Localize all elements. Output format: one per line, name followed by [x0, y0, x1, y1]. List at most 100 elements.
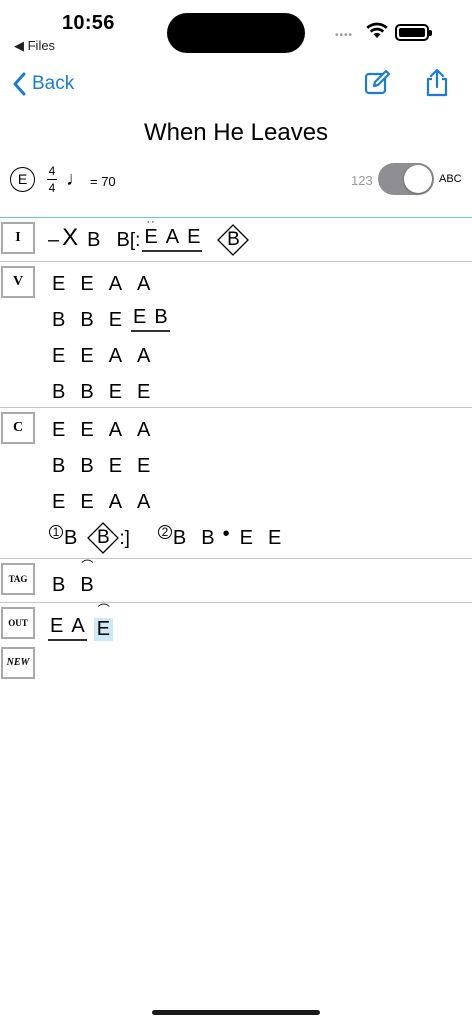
- chord-line: E E A A: [52, 338, 165, 368]
- double-dot-icon: ··: [146, 216, 156, 228]
- battery-icon: [395, 24, 432, 41]
- back-button[interactable]: Back: [12, 70, 74, 98]
- chord[interactable]: B: [173, 527, 186, 550]
- section-tag-intro[interactable]: I: [1, 222, 35, 254]
- chord-group: E A: [48, 615, 87, 641]
- section-tag-chorus[interactable]: C: [1, 412, 35, 444]
- chord[interactable]: E: [187, 226, 200, 249]
- chord[interactable]: E: [133, 306, 146, 329]
- chord[interactable]: ·· E: [144, 217, 157, 249]
- status-time: 10:56: [62, 12, 115, 34]
- song-title: When He Leaves: [143, 119, 329, 146]
- chord-line: 1 B B :] 2 B B • E E: [49, 520, 296, 554]
- chord[interactable]: B: [52, 574, 65, 597]
- rest-symbol[interactable]: –: [48, 229, 59, 252]
- chord[interactable]: B: [80, 381, 93, 404]
- chord[interactable]: B: [52, 455, 65, 478]
- dynamic-island: [167, 13, 305, 53]
- chord-line: B B E E: [52, 374, 165, 404]
- chord-line: B ⌒ B: [52, 560, 109, 597]
- push-dot-icon: •: [222, 523, 230, 545]
- section-chorus: C E E A A B B E E E E A A 1 B B :] 2 B B…: [0, 407, 472, 558]
- repeat-start-icon: [:: [129, 230, 141, 251]
- cellular-signal-icon: ••••: [335, 30, 354, 41]
- chord-line: B B E E B: [52, 302, 185, 332]
- chord[interactable]: B: [80, 455, 93, 478]
- notation-toggle[interactable]: [378, 163, 434, 195]
- quarter-note-icon: ♩: [66, 168, 86, 190]
- chord[interactable]: E: [52, 273, 65, 296]
- chord[interactable]: A: [109, 345, 122, 368]
- chord[interactable]: E: [80, 345, 93, 368]
- chord[interactable]: B: [52, 309, 65, 332]
- share-icon[interactable]: [422, 68, 452, 98]
- chord[interactable]: A: [137, 419, 150, 442]
- section-tag: TAG B ⌒ B: [0, 558, 472, 602]
- section-tag-outro[interactable]: OUT: [1, 607, 35, 639]
- chord[interactable]: E: [52, 419, 65, 442]
- chord[interactable]: E: [109, 309, 122, 332]
- chord-group: E B: [131, 306, 170, 332]
- chord[interactable]: A: [137, 345, 150, 368]
- chord-line: B B E E: [52, 448, 165, 478]
- diamond-chord[interactable]: B: [87, 522, 120, 554]
- compose-icon[interactable]: [362, 68, 392, 98]
- repeat-end-icon: :]: [119, 528, 130, 549]
- chord[interactable]: ⌒ B: [80, 560, 93, 597]
- chord[interactable]: E: [109, 455, 122, 478]
- chord[interactable]: E: [52, 491, 65, 514]
- back-to-files-link[interactable]: ◀ Files: [14, 38, 55, 54]
- chord[interactable]: A: [109, 419, 122, 442]
- chord[interactable]: E: [80, 491, 93, 514]
- section-verse: V E E A A B B E E B E E A A B B E E: [0, 261, 472, 407]
- chord[interactable]: E: [50, 615, 63, 638]
- chevron-left-icon: [13, 72, 26, 96]
- chord[interactable]: E: [52, 345, 65, 368]
- chord[interactable]: B: [52, 381, 65, 404]
- section-tag-verse[interactable]: V: [1, 266, 35, 298]
- status-bar: 10:56 ◀ Files ••••: [0, 0, 472, 60]
- time-signature-top: 4: [48, 164, 56, 178]
- chord[interactable]: A: [137, 273, 150, 296]
- key-selector[interactable]: E: [10, 167, 35, 192]
- chord[interactable]: A: [109, 273, 122, 296]
- chord[interactable]: B: [80, 309, 93, 332]
- chord[interactable]: E: [109, 381, 122, 404]
- home-indicator: [152, 1010, 320, 1015]
- chord-line: E E A A: [52, 484, 165, 514]
- time-signature-bottom: 4: [48, 181, 56, 195]
- chord[interactable]: E: [268, 527, 281, 550]
- section-outro: OUT E A ⌒ E: [0, 602, 472, 646]
- section-tag-tag[interactable]: TAG: [1, 563, 35, 595]
- tempo-value: = 70: [90, 174, 116, 189]
- toggle-knob: [404, 165, 432, 193]
- wifi-icon: [366, 22, 388, 38]
- chord[interactable]: B: [116, 229, 129, 252]
- chord[interactable]: E: [137, 455, 150, 478]
- chord[interactable]: B: [87, 229, 100, 252]
- chord[interactable]: B: [201, 527, 214, 550]
- chord-line: E A ⌒ E: [48, 604, 128, 641]
- chord[interactable]: E: [80, 419, 93, 442]
- chord[interactable]: B: [154, 306, 167, 329]
- chord[interactable]: E: [240, 527, 253, 550]
- chord[interactable]: A: [109, 491, 122, 514]
- chord-stop[interactable]: X: [62, 224, 78, 252]
- diamond-chord[interactable]: B: [217, 224, 250, 256]
- chord[interactable]: A: [166, 226, 179, 249]
- chord-line: E E A A: [52, 266, 165, 296]
- chord[interactable]: E: [137, 381, 150, 404]
- chord[interactable]: A: [137, 491, 150, 514]
- ending-2-marker: 2: [157, 525, 172, 539]
- numbers-label: 123: [351, 173, 373, 188]
- chord[interactable]: A: [71, 615, 84, 638]
- chord[interactable]: E: [80, 273, 93, 296]
- selected-chord[interactable]: ⌒ E: [93, 604, 114, 641]
- time-signature[interactable]: 4 4: [45, 164, 59, 195]
- new-section-button[interactable]: NEW: [1, 647, 35, 679]
- chord[interactable]: B: [64, 527, 77, 550]
- chord-group: ·· E A E: [142, 217, 203, 252]
- tempo-control[interactable]: ♩ = 70: [66, 168, 116, 193]
- letters-label: ABC: [439, 173, 462, 185]
- back-button-label: Back: [32, 73, 75, 94]
